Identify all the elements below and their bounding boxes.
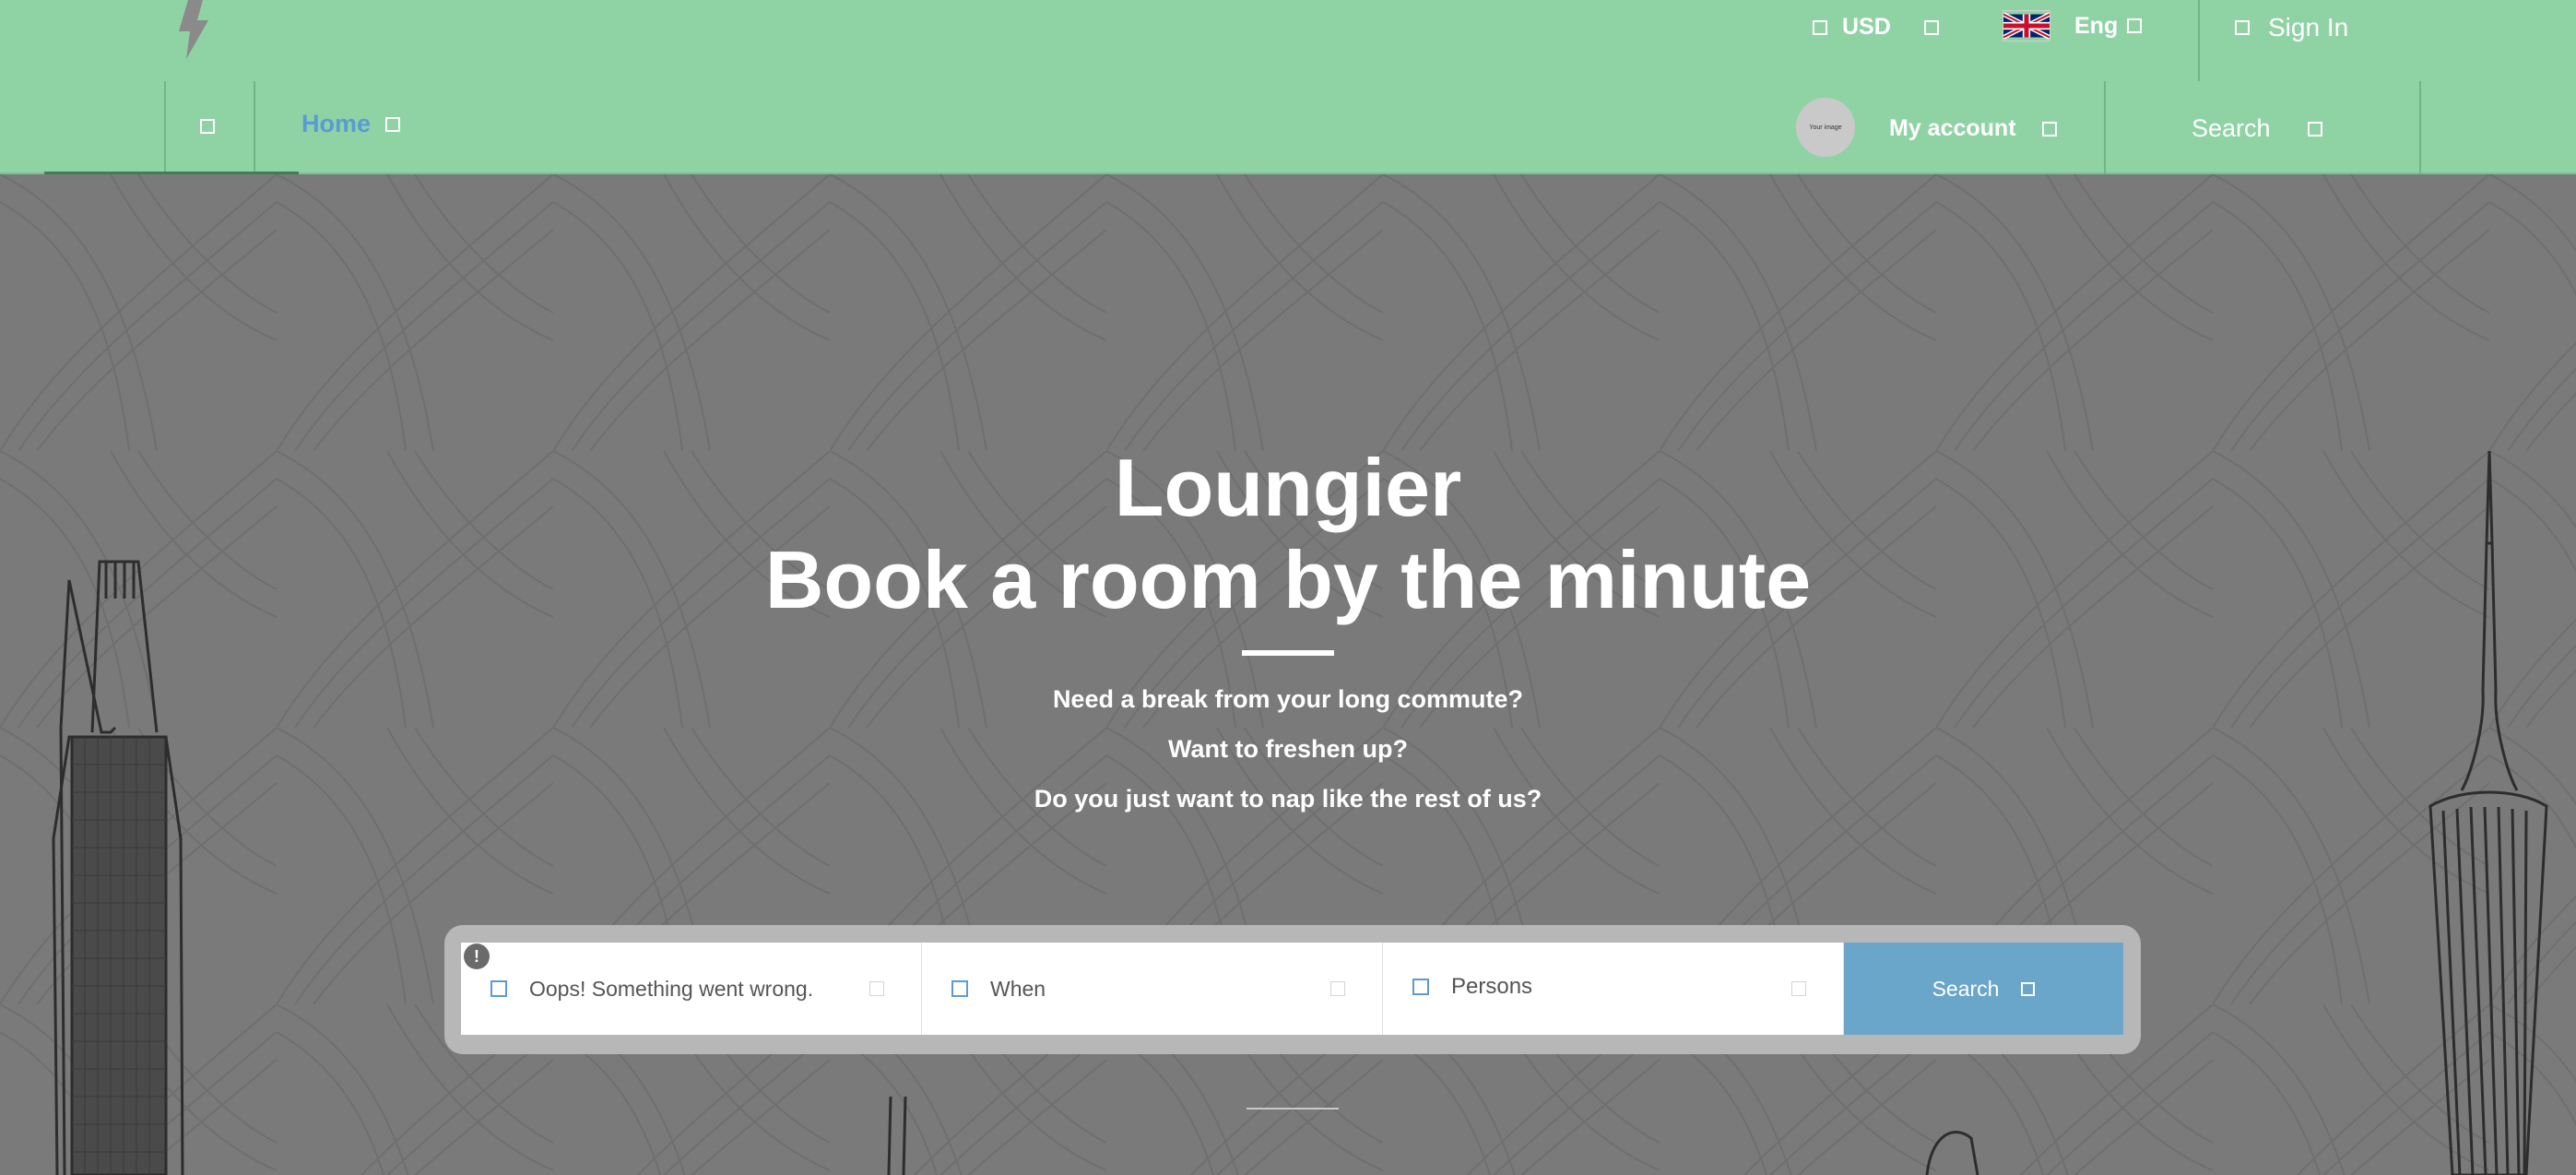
hero-text-block: Loungier Book a room by the minute Need … — [0, 442, 2576, 824]
nav-divider — [254, 81, 255, 174]
when-placeholder: When — [990, 976, 1046, 1001]
hero-title-brand: Loungier — [1114, 442, 1462, 533]
search-submit-label: Search — [1932, 976, 2000, 1001]
home-caret-icon — [385, 116, 401, 132]
search-submit-button[interactable]: Search — [1844, 943, 2123, 1035]
nav-home-link[interactable]: Home — [301, 110, 401, 138]
chevron-down-icon — [2041, 121, 2057, 136]
currency-icon — [1813, 19, 1827, 35]
sign-in-label: Sign In — [2268, 13, 2349, 42]
language-label: Eng — [2074, 12, 2119, 39]
persons-field[interactable]: Persons — [1383, 943, 1844, 1035]
header-divider — [2198, 0, 2200, 81]
search-icon — [2021, 981, 2036, 996]
when-field[interactable]: When — [922, 943, 1383, 1035]
menu-toggle[interactable] — [200, 119, 215, 134]
chevron-down-icon — [1923, 19, 1939, 35]
location-field[interactable]: Oops! Something went wrong. — [461, 943, 922, 1035]
header-search-button[interactable]: Search — [2192, 114, 2322, 143]
hero-subtitle-line: Need a break from your long commute? — [1052, 685, 1524, 713]
currency-selector[interactable]: USD — [1813, 14, 1939, 41]
hero-title: Loungier Book a room by the minute — [0, 442, 2576, 626]
site-header: USD Eng Sign In Home Your image My accou… — [0, 0, 2576, 175]
my-account-label: My account — [1889, 115, 2016, 141]
chevron-down-icon — [2127, 18, 2143, 33]
uk-flag-icon — [2003, 10, 2050, 42]
persons-placeholder: Persons — [1451, 974, 1533, 999]
my-account-menu[interactable]: My account — [1889, 115, 2057, 142]
avatar[interactable]: Your image — [1796, 98, 1855, 157]
lightning-bolt-logo-icon[interactable] — [171, 0, 218, 59]
nav-divider — [2104, 81, 2106, 174]
chevron-down-icon[interactable] — [1330, 981, 1345, 996]
error-alert-icon: ! — [464, 944, 490, 969]
calendar-icon — [951, 980, 968, 997]
chevron-down-icon[interactable] — [1791, 981, 1806, 996]
scroll-indicator-line — [1247, 1108, 1339, 1110]
language-selector[interactable]: Eng — [2003, 10, 2143, 42]
nav-divider — [164, 81, 166, 174]
avatar-placeholder-text: Your image — [1809, 124, 1842, 131]
hero-title-tagline: Book a room by the minute — [764, 534, 1812, 625]
menu-icon — [200, 119, 215, 134]
nav-home-label: Home — [301, 110, 372, 137]
location-error-text: Oops! Something went wrong. — [529, 976, 814, 1001]
search-icon — [2307, 121, 2322, 136]
hero-subtitle-line: Do you just want to nap like the rest of… — [1034, 785, 1542, 813]
currency-label: USD — [1842, 14, 1891, 40]
location-pin-icon — [490, 980, 507, 997]
hero-subtitle-line: Want to freshen up? — [1168, 735, 1408, 763]
user-icon — [2235, 20, 2250, 35]
person-icon — [1412, 979, 1429, 995]
room-search-form: Oops! Something went wrong. When Persons… — [461, 943, 2123, 1035]
header-search-label: Search — [2192, 114, 2271, 142]
hero-divider — [1242, 650, 1334, 656]
clear-icon[interactable] — [869, 981, 884, 996]
sign-in-link[interactable]: Sign In — [2235, 13, 2348, 42]
nav-divider — [2419, 81, 2421, 174]
